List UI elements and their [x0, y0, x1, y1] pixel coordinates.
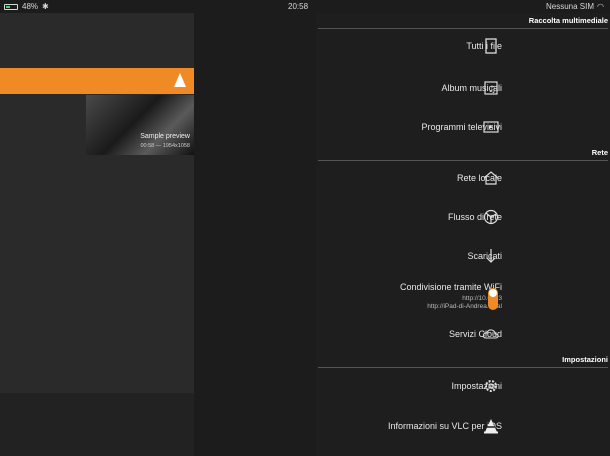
menu-item-wifi-sharing[interactable]: Condivisione tramite WiFi http://10.0.1.…	[316, 282, 610, 316]
carrier-label: Nessuna SIM	[545, 2, 595, 11]
menu-item-tv-shows[interactable]: Programmi televisivi	[316, 115, 610, 139]
bluetooth-icon: ✱	[42, 2, 49, 11]
status-bar: 48% ✱ 20:58 Nessuna SIM ◠	[0, 0, 610, 13]
clock: 20:58	[288, 2, 309, 11]
menu-item-local-network[interactable]: Rete locale	[316, 166, 610, 190]
menu-item-cloud-services[interactable]: Servizi Cloud	[316, 322, 610, 346]
navigation-bar	[0, 68, 194, 94]
section-media: Raccolta multimediale	[318, 16, 608, 29]
vlc-cone-icon	[482, 417, 500, 435]
gear-icon	[482, 377, 500, 395]
network-stream-icon	[482, 208, 500, 226]
home-icon	[482, 169, 500, 187]
tv-icon	[482, 118, 500, 136]
preview-title: Sample preview	[140, 133, 190, 140]
preview-meta: 00:58 — 1954x1058	[140, 143, 190, 149]
download-arrow-icon	[482, 247, 500, 265]
vlc-cone-icon[interactable]	[174, 73, 186, 87]
file-icon	[482, 37, 500, 55]
side-menu: Raccolta multimediale Tutti i file Album…	[316, 13, 610, 456]
wifi-share-toggle[interactable]	[488, 288, 498, 310]
battery-percent: 48%	[22, 2, 39, 11]
menu-item-downloads[interactable]: Scaricati	[316, 244, 610, 268]
menu-item-music-albums[interactable]: Album musicali ♫	[316, 76, 610, 100]
media-thumbnail[interactable]: Sample preview 00:58 — 1954x1058	[86, 95, 194, 155]
menu-item-settings[interactable]: Impostazioni	[316, 374, 610, 398]
library-content: Sample preview 00:58 — 1954x1058	[0, 13, 194, 456]
cloud-icon	[482, 325, 500, 343]
section-settings: Impostazioni	[318, 355, 608, 368]
wifi-share-label: Condivisione tramite WiFi	[399, 282, 502, 292]
wifi-signal-icon: ◠	[597, 2, 604, 11]
battery-icon	[4, 3, 18, 10]
menu-item-network-stream[interactable]: Flusso di rete	[316, 205, 610, 229]
battery-status: 48% ✱	[4, 2, 49, 11]
carrier-status: Nessuna SIM ◠	[546, 2, 604, 11]
menu-item-all-files[interactable]: Tutti i file	[316, 34, 610, 58]
bottom-toolbar	[0, 393, 194, 456]
menu-item-about[interactable]: Informazioni su VLC per iOS	[316, 414, 610, 438]
music-note-icon: ♫	[482, 79, 500, 97]
svg-text:♫: ♫	[488, 85, 496, 95]
section-network: Rete	[318, 148, 608, 161]
